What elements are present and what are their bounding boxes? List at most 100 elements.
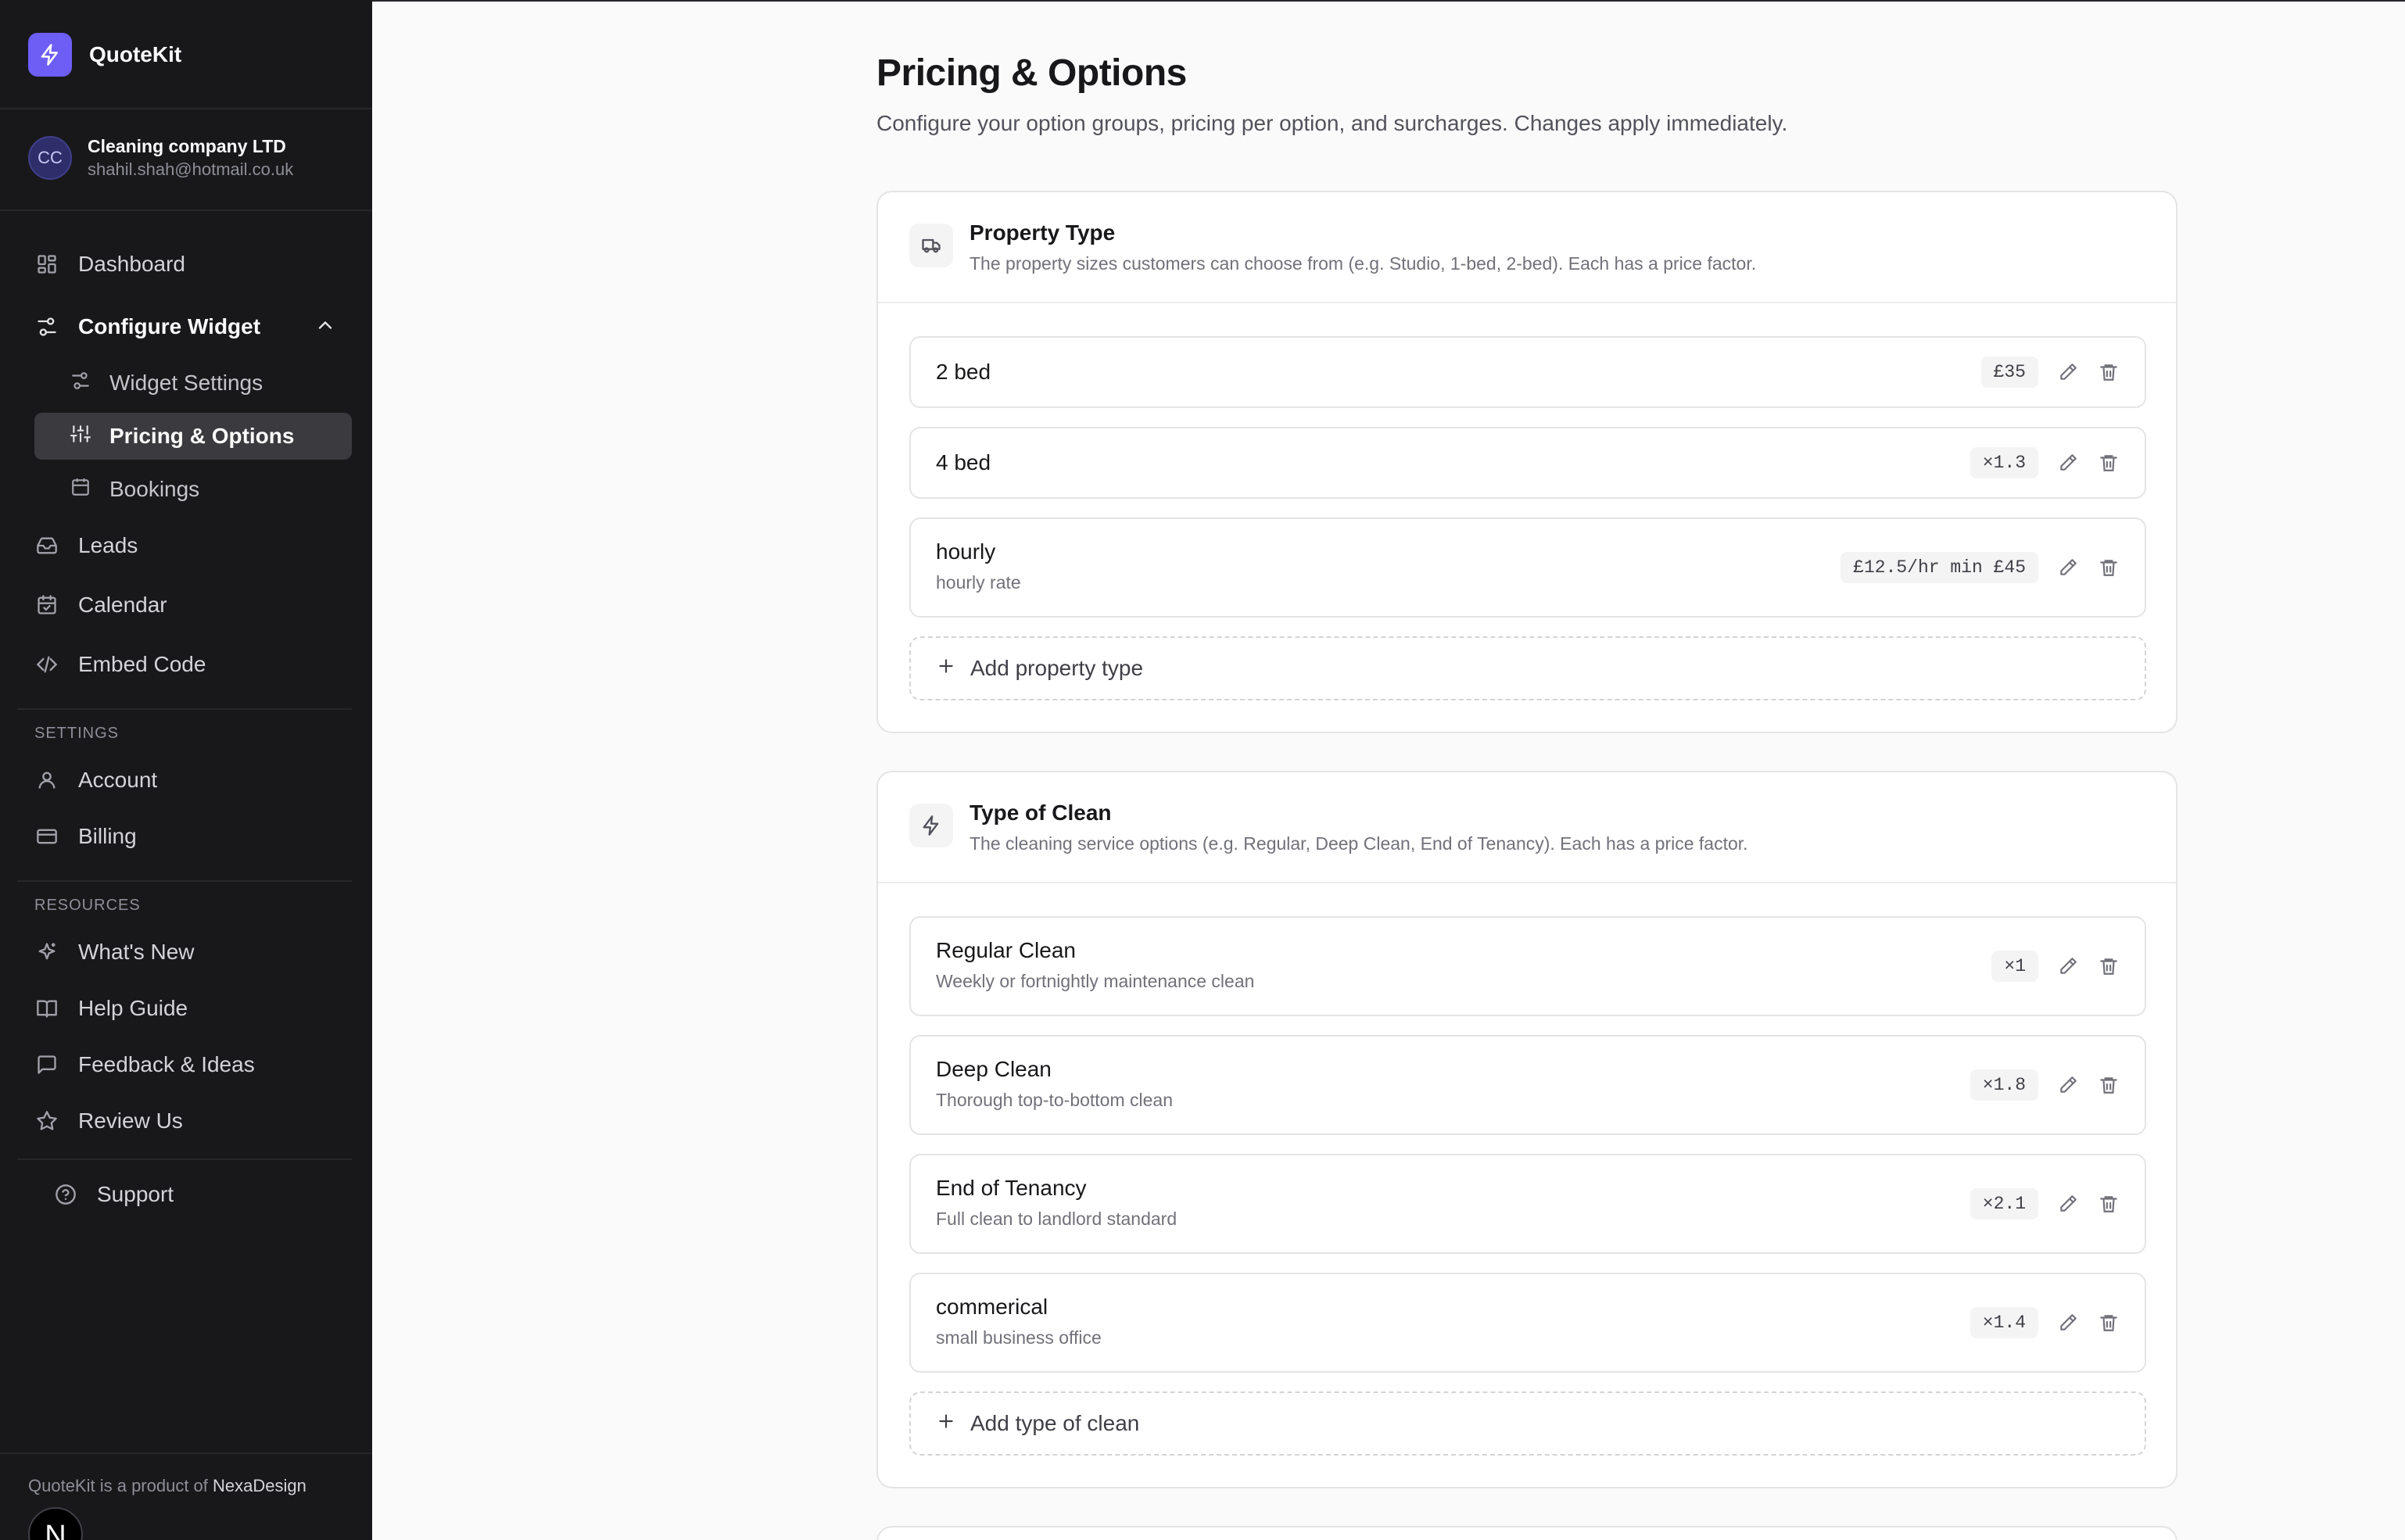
option-row[interactable]: hourly hourly rate £12.5/hr min £45: [909, 518, 2146, 618]
nav-dashboard[interactable]: Dashboard: [34, 241, 352, 288]
lightning-logo-icon: [28, 33, 72, 77]
calendar-check-icon: [34, 593, 59, 618]
trash-icon[interactable]: [2095, 449, 2123, 477]
account-switcher[interactable]: CC Cleaning company LTD shahil.shah@hotm…: [28, 134, 293, 181]
add-property-type-button[interactable]: Add property type: [909, 636, 2146, 700]
nav-billing[interactable]: Billing: [34, 813, 352, 860]
nav-label: Pricing & Options: [109, 424, 295, 448]
pencil-icon[interactable]: [2054, 1190, 2082, 1218]
nav-label: Help Guide: [78, 996, 188, 1020]
settings-sliders-icon: [70, 371, 91, 396]
n-badge-icon[interactable]: N: [28, 1507, 83, 1540]
app-name: QuoteKit: [89, 42, 182, 66]
option-price-badge: ×1.4: [1970, 1307, 2038, 1338]
help-circle-icon: [53, 1182, 78, 1207]
nav-account[interactable]: Account: [34, 757, 352, 804]
nav-help-guide[interactable]: Help Guide: [34, 985, 352, 1032]
star-icon: [34, 1108, 59, 1134]
property-type-card: Property Type The property sizes custome…: [876, 191, 2177, 733]
trash-icon[interactable]: [2095, 553, 2123, 582]
nav-review-us[interactable]: Review Us: [34, 1098, 352, 1144]
add-type-of-clean-button[interactable]: Add type of clean: [909, 1391, 2146, 1456]
option-price-badge: ×2.1: [1970, 1188, 2038, 1219]
sliders-vertical-icon: [70, 424, 91, 449]
book-open-icon: [34, 996, 59, 1021]
brand[interactable]: QuoteKit: [28, 33, 181, 77]
nav-configure-widget[interactable]: Configure Widget: [34, 303, 352, 350]
option-row[interactable]: 2 bed £35: [909, 336, 2146, 408]
option-name: hourly: [936, 539, 996, 564]
card-description: The cleaning service options (e.g. Regul…: [970, 833, 1748, 854]
chevron-up-icon[interactable]: [314, 314, 336, 342]
option-description: Weekly or fortnightly maintenance clean: [936, 971, 1255, 991]
calendar-icon: [70, 477, 91, 503]
avatar: CC: [28, 136, 72, 180]
divider: [0, 108, 372, 109]
nav-support[interactable]: Support: [53, 1171, 371, 1218]
nav-leads[interactable]: Leads: [34, 522, 352, 569]
divider: [17, 708, 352, 710]
card-description: The property sizes customers can choose …: [970, 253, 1757, 274]
footer-brand-link[interactable]: NexaDesign: [213, 1476, 306, 1495]
pencil-icon[interactable]: [2054, 358, 2082, 386]
nav-pricing-options[interactable]: Pricing & Options: [34, 413, 352, 460]
dashboard-grid-icon: [34, 252, 59, 277]
footer-credit: QuoteKit is a product of NexaDesign: [28, 1476, 306, 1496]
plus-icon: [936, 656, 956, 682]
page-subtitle: Configure your option groups, pricing pe…: [876, 111, 1788, 135]
resources-section-label: RESOURCES: [34, 897, 141, 914]
nav-label: Feedback & Ideas: [78, 1052, 255, 1076]
option-description: small business office: [936, 1327, 1102, 1348]
option-name: 2 bed: [936, 360, 991, 384]
trash-icon[interactable]: [2095, 952, 2123, 980]
pencil-icon[interactable]: [2054, 1309, 2082, 1337]
trash-icon[interactable]: [2095, 358, 2123, 386]
nav-label: Configure Widget: [78, 314, 261, 338]
nav-label: Embed Code: [78, 652, 206, 676]
nav-label: What's New: [78, 940, 195, 964]
option-price-badge: £35: [1980, 356, 2038, 388]
option-row[interactable]: commerical small business office ×1.4: [909, 1273, 2146, 1373]
option-row[interactable]: Deep Clean Thorough top-to-bottom clean …: [909, 1035, 2146, 1135]
inbox-icon: [34, 533, 59, 558]
code-icon: [34, 652, 59, 677]
option-name: commerical: [936, 1295, 1048, 1319]
nav-bookings[interactable]: Bookings: [34, 466, 352, 513]
user-icon: [34, 768, 59, 793]
option-name: 4 bed: [936, 450, 991, 475]
pencil-icon[interactable]: [2054, 553, 2082, 582]
card-header: Property Type The property sizes custome…: [878, 192, 2176, 303]
nav-feedback[interactable]: Feedback & Ideas: [34, 1041, 352, 1088]
nav-whats-new[interactable]: What's New: [34, 929, 352, 976]
option-description: Thorough top-to-bottom clean: [936, 1090, 1174, 1110]
nav-widget-settings[interactable]: Widget Settings: [34, 360, 352, 406]
nav-label: Billing: [78, 824, 137, 848]
option-name: End of Tenancy: [936, 1176, 1087, 1200]
add-label: Add type of clean: [970, 1411, 1140, 1435]
pencil-icon[interactable]: [2054, 1071, 2082, 1099]
option-price-badge: £12.5/hr min £45: [1840, 552, 2038, 583]
option-name: Deep Clean: [936, 1057, 1052, 1081]
divider: [17, 880, 352, 882]
plus-icon: [936, 1411, 956, 1437]
nav-embed-code[interactable]: Embed Code: [34, 641, 352, 688]
next-option-group-card: [876, 1526, 2177, 1540]
sliders-toggle-icon: [34, 314, 59, 339]
card-title: Type of Clean: [970, 800, 1112, 825]
main-content: Pricing & Options Configure your option …: [372, 0, 2405, 1540]
option-price-badge: ×1.8: [1970, 1069, 2038, 1101]
option-row[interactable]: End of Tenancy Full clean to landlord st…: [909, 1154, 2146, 1254]
pencil-icon[interactable]: [2054, 952, 2082, 980]
type-of-clean-card: Type of Clean The cleaning service optio…: [876, 771, 2177, 1488]
divider: [0, 210, 372, 211]
nav-calendar[interactable]: Calendar: [34, 582, 352, 629]
card-header: Type of Clean The cleaning service optio…: [878, 772, 2176, 883]
truck-icon: [909, 224, 953, 267]
option-row[interactable]: Regular Clean Weekly or fortnightly main…: [909, 916, 2146, 1016]
lightning-icon: [909, 804, 953, 847]
trash-icon[interactable]: [2095, 1309, 2123, 1337]
trash-icon[interactable]: [2095, 1190, 2123, 1218]
trash-icon[interactable]: [2095, 1071, 2123, 1099]
pencil-icon[interactable]: [2054, 449, 2082, 477]
option-row[interactable]: 4 bed ×1.3: [909, 427, 2146, 499]
